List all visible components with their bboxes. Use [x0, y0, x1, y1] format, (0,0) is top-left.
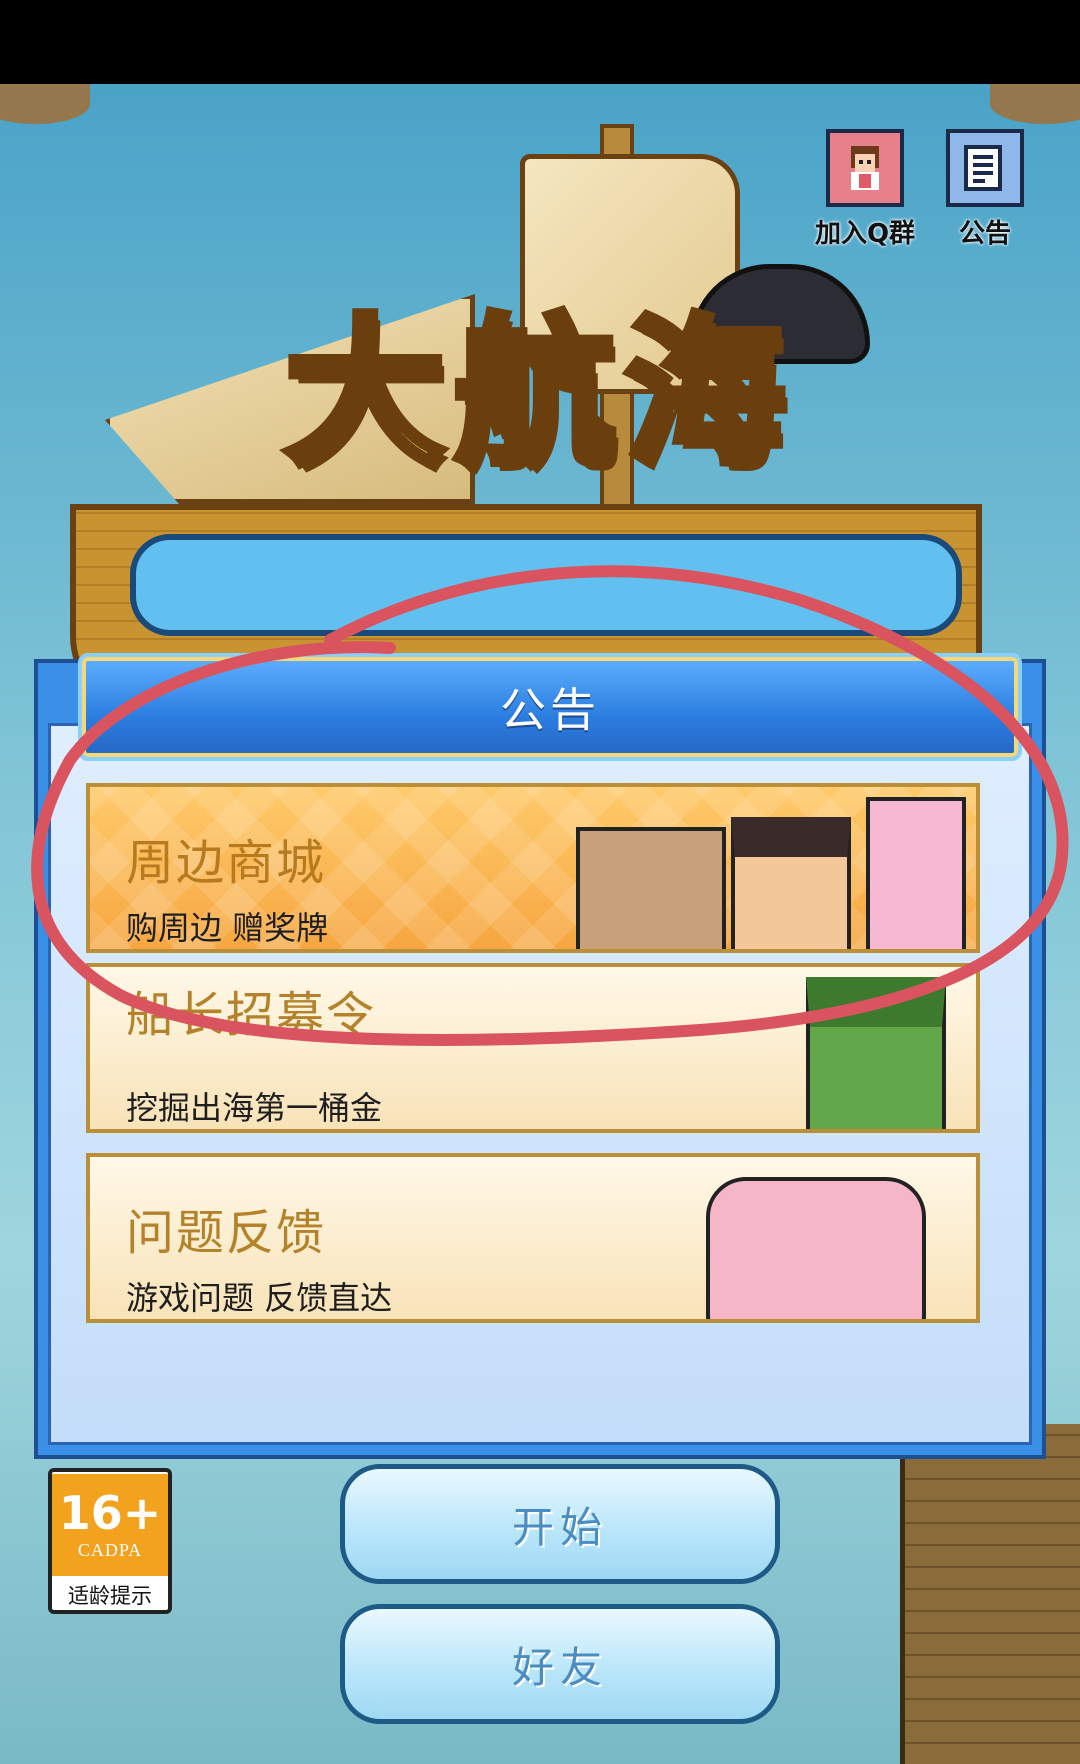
- pirate-character-image: [731, 817, 851, 949]
- notice-button[interactable]: 公告: [930, 129, 1040, 250]
- card-art: [556, 967, 976, 1129]
- card-subtitle: 购周边 赠奖牌: [126, 909, 329, 947]
- card-title: 周边商城: [126, 835, 327, 891]
- card-art: [556, 1157, 976, 1319]
- card-captain-recruit[interactable]: 船长招募令 挖掘出海第一桶金: [86, 963, 980, 1133]
- friends-button[interactable]: 好友: [340, 1604, 780, 1724]
- game-logo-subtitle-banner: [130, 534, 962, 636]
- join-qq-group-button[interactable]: 加入Q群: [810, 129, 920, 250]
- card-subtitle: 游戏问题 反馈直达: [126, 1279, 393, 1317]
- corner-decoration: [0, 84, 90, 124]
- corner-decoration: [990, 84, 1080, 124]
- green-hood-character-image: [806, 977, 946, 1129]
- age-rating-note: 适龄提示: [68, 1584, 152, 1608]
- card-title: 船长招募令: [126, 987, 377, 1043]
- join-qq-group-label: 加入Q群: [814, 219, 916, 249]
- avatar-icon: [826, 129, 904, 207]
- box-character-image: [576, 827, 726, 949]
- age-rating-number: 16+: [58, 1485, 162, 1540]
- age-rating-org: CADPA: [77, 1539, 143, 1560]
- card-title: 问题反馈: [126, 1205, 327, 1261]
- age-rating-badge: 16+ CADPA 适龄提示: [48, 1468, 172, 1614]
- card-subtitle: 挖掘出海第一桶金: [126, 1089, 383, 1127]
- notice-modal: 公告 周边商城 购周边 赠奖牌 船长招募令 挖掘出海第一桶金 问题反馈 游戏问题…: [34, 653, 1046, 1459]
- game-scene: 大航海 加入Q群 公告 开始 好友 16+ CADPA 适龄提示 公告 周边商城…: [0, 84, 1080, 1764]
- document-icon: [946, 129, 1024, 207]
- game-logo-title: 大航海: [281, 300, 795, 487]
- card-merch-store[interactable]: 周边商城 购周边 赠奖牌: [86, 783, 980, 953]
- start-button[interactable]: 开始: [340, 1464, 780, 1584]
- notice-label: 公告: [958, 219, 1011, 249]
- bunny-character-image: [866, 797, 966, 949]
- card-art: [556, 787, 976, 949]
- notice-modal-title: 公告: [78, 653, 1022, 761]
- age-rating-box: 16+ CADPA: [52, 1474, 168, 1576]
- background-ship: [900, 1424, 1080, 1764]
- axolotl-character-image: [706, 1177, 926, 1319]
- card-feedback[interactable]: 问题反馈 游戏问题 反馈直达: [86, 1153, 980, 1323]
